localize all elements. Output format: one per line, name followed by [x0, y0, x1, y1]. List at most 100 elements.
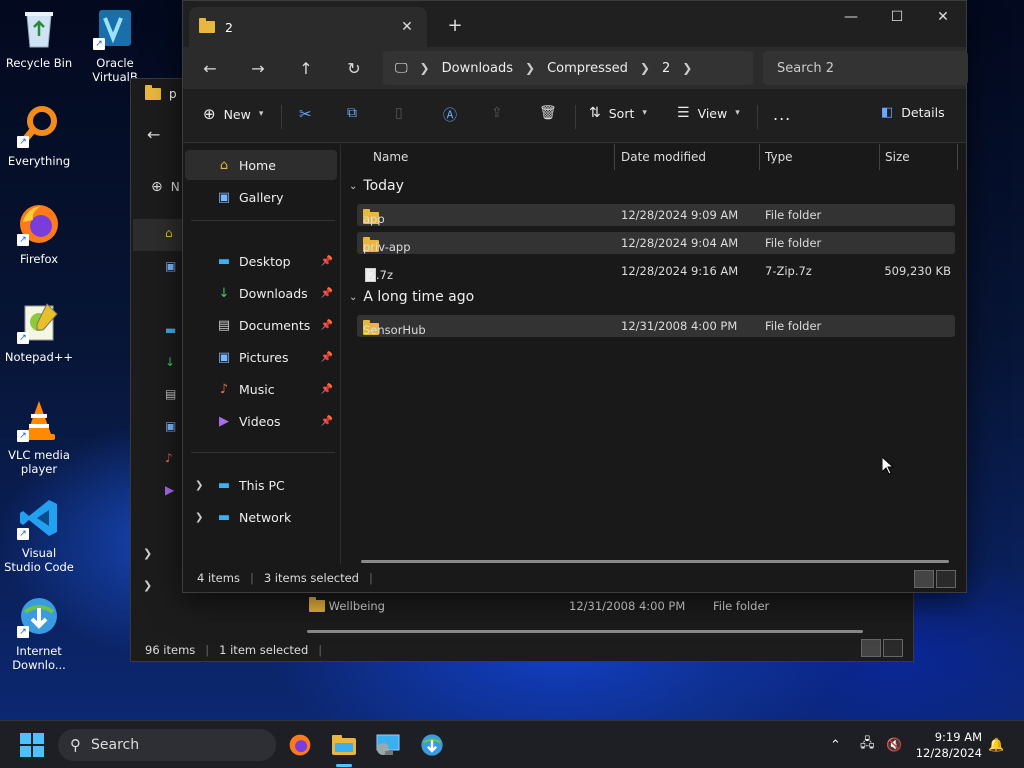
gallery-icon[interactable]: ▣: [165, 259, 176, 273]
back-arrow-icon[interactable]: ←: [147, 125, 160, 144]
background-file-row[interactable]: Wellbeing 12/31/2008 4:00 PM File folder: [299, 597, 899, 617]
taskbar-clock[interactable]: 9:19 AM 12/28/2024: [910, 729, 982, 761]
desktop-icon-recycle-bin[interactable]: Recycle Bin: [4, 6, 74, 70]
taskbar-firefox[interactable]: [282, 729, 318, 761]
breadcrumb-2[interactable]: 2: [662, 61, 670, 76]
refresh-button[interactable]: ↻: [339, 55, 369, 81]
horizontal-scrollbar[interactable]: [361, 560, 949, 563]
cut-button[interactable]: ✂: [299, 105, 312, 123]
desktop-icon-firefox[interactable]: ↗ Firefox: [4, 202, 74, 266]
status-selection: 3 items selected: [263, 571, 359, 585]
new-button[interactable]: ⊕ New ▾: [203, 105, 263, 123]
pin-icon[interactable]: 📌: [321, 352, 333, 363]
document-icon[interactable]: ▤: [165, 387, 176, 401]
tiles-view-toggle[interactable]: [883, 639, 903, 657]
close-tab-icon[interactable]: ✕: [397, 19, 417, 35]
nav-item-music[interactable]: ♪ Music 📌: [185, 374, 337, 404]
details-view-toggle[interactable]: [861, 639, 881, 657]
maximize-button[interactable]: ☐: [874, 1, 920, 33]
desktop-icon-oracle-virtualbox[interactable]: ↗ Oracle VirtualB: [80, 6, 150, 84]
column-divider[interactable]: [759, 144, 760, 170]
up-button[interactable]: ↑: [291, 55, 321, 81]
search-input[interactable]: Search 2: [763, 51, 968, 85]
nav-item-videos[interactable]: ▶ Videos 📌: [185, 406, 337, 436]
nav-item-documents[interactable]: ▤ Documents 📌: [185, 310, 337, 340]
notifications-button[interactable]: 🔔: [988, 721, 1004, 768]
file-row[interactable]: SensorHub 12/31/2008 4:00 PM File folder: [357, 315, 955, 337]
desktop-icon-small[interactable]: ▬: [165, 323, 176, 337]
network-status-button[interactable]: 🖧: [860, 721, 875, 768]
music-icon[interactable]: ♪: [165, 451, 173, 465]
sort-button[interactable]: ⇅ Sort ▾: [589, 105, 647, 121]
pin-icon[interactable]: 📌: [321, 416, 333, 427]
details-pane-button[interactable]: ◧ Details: [881, 105, 945, 120]
tiles-view-toggle[interactable]: [936, 570, 956, 588]
column-divider[interactable]: [879, 144, 880, 170]
desktop-icon-everything[interactable]: ↗ Everything: [4, 104, 74, 168]
pin-icon[interactable]: 📌: [321, 288, 333, 299]
desktop-icon-internet-download-manager[interactable]: ↗ Internet Downlo...: [4, 594, 74, 672]
minimize-button[interactable]: —: [828, 1, 874, 33]
nav-item-pictures[interactable]: ▣ Pictures 📌: [185, 342, 337, 372]
column-header-type[interactable]: Type: [765, 144, 793, 170]
pin-icon[interactable]: 📌: [321, 384, 333, 395]
background-nav-home[interactable]: ⌂: [133, 219, 183, 251]
start-button[interactable]: [20, 733, 44, 757]
desktop-icon-vscode[interactable]: ↗ Visual Studio Code: [4, 496, 74, 574]
taskbar-control-panel[interactable]: [370, 729, 406, 761]
column-header-size[interactable]: Size: [885, 144, 910, 170]
file-row[interactable]: 2.7z 12/28/2024 9:16 AM 7-Zip.7z 509,230…: [357, 260, 955, 282]
videos-icon[interactable]: ▶: [165, 483, 174, 497]
download-icon[interactable]: ↓: [165, 355, 175, 369]
pin-icon[interactable]: 📌: [321, 256, 333, 267]
forward-button[interactable]: →: [243, 55, 273, 81]
nav-item-desktop[interactable]: ▬ Desktop 📌: [185, 246, 337, 276]
view-toggles[interactable]: [914, 570, 956, 588]
background-view-toggles[interactable]: [861, 639, 903, 657]
column-divider[interactable]: [614, 144, 615, 170]
background-new-button[interactable]: ⊕ N: [151, 179, 180, 195]
group-header-today[interactable]: ⌄ Today: [349, 178, 404, 194]
taskbar-file-explorer[interactable]: [326, 729, 362, 767]
address-bar[interactable]: 🖵 ❯ Downloads ❯ Compressed ❯ 2 ❯: [383, 51, 753, 85]
view-button[interactable]: ☰ View ▾: [677, 105, 740, 121]
paste-button[interactable]: ▯: [395, 105, 403, 121]
pictures-icon[interactable]: ▣: [165, 419, 176, 433]
copy-button[interactable]: ⧉: [347, 105, 357, 121]
desktop-icon-vlc[interactable]: ↗ VLC media player: [4, 398, 74, 476]
nav-item-network[interactable]: ❯ ▬ Network: [185, 502, 337, 532]
nav-item-home[interactable]: ⌂ Home: [185, 150, 337, 180]
group-header-a-long-time-ago[interactable]: ⌄ A long time ago: [349, 289, 474, 305]
file-row[interactable]: app 12/28/2024 9:09 AM File folder: [357, 204, 955, 226]
share-button[interactable]: ⇪: [491, 105, 503, 121]
column-header-name[interactable]: Name: [373, 144, 408, 170]
delete-button[interactable]: 🗑: [539, 105, 557, 121]
show-hidden-icons-button[interactable]: ⌃: [830, 721, 841, 768]
back-button[interactable]: ←: [195, 55, 225, 81]
new-tab-button[interactable]: +: [445, 15, 465, 36]
close-window-button[interactable]: ✕: [920, 1, 966, 33]
pin-icon[interactable]: 📌: [321, 320, 333, 331]
nav-item-downloads[interactable]: ↓ Downloads 📌: [185, 278, 337, 308]
desktop-icon-notepad-plus-plus[interactable]: ↗ Notepad++: [4, 300, 74, 364]
rename-button[interactable]: Ⓐ: [443, 105, 457, 125]
chevron-right-icon[interactable]: ❯: [195, 480, 211, 491]
file-explorer-window[interactable]: 2 ✕ + — ☐ ✕ ← → ↑ ↻ 🖵 ❯ Downloads ❯ Comp…: [182, 0, 968, 593]
taskbar-internet-download-manager[interactable]: [414, 729, 450, 761]
column-header-date[interactable]: Date modified: [621, 144, 706, 170]
file-row[interactable]: priv-app 12/28/2024 9:04 AM File folder: [357, 232, 955, 254]
background-horizontal-scrollbar[interactable]: [307, 630, 863, 633]
taskbar-search[interactable]: ⚲ Search: [58, 729, 276, 761]
breadcrumb-compressed[interactable]: Compressed: [547, 61, 628, 76]
volume-button[interactable]: 🔇: [886, 721, 902, 768]
column-divider[interactable]: [957, 144, 958, 170]
chevron-right-icon[interactable]: ❯: [195, 512, 211, 523]
details-view-toggle[interactable]: [914, 570, 934, 588]
tab-2[interactable]: 2 ✕: [189, 7, 427, 47]
nav-item-gallery[interactable]: ▣ Gallery: [185, 182, 337, 212]
breadcrumb-downloads[interactable]: Downloads: [442, 61, 513, 76]
expand-chevron-icon[interactable]: ❯: [143, 579, 152, 592]
nav-item-this-pc[interactable]: ❯ ▬ This PC: [185, 470, 337, 500]
expand-chevron-icon[interactable]: ❯: [143, 547, 152, 560]
more-options-button[interactable]: ...: [773, 105, 791, 124]
